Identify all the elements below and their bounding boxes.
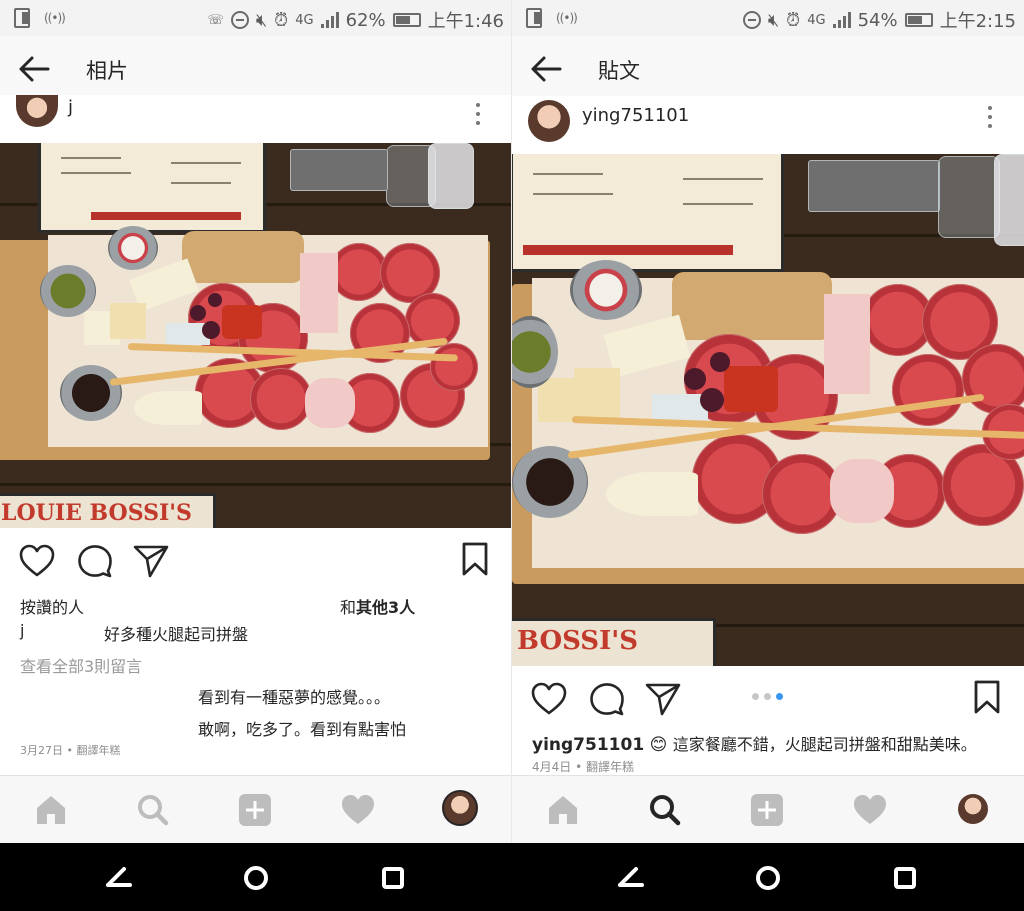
avatar[interactable] [16, 95, 58, 127]
app-bar: 貼文 [512, 36, 1024, 103]
page-title: 相片 [86, 59, 128, 83]
post-username[interactable]: ying751101 [582, 105, 689, 126]
add-post-icon[interactable] [237, 792, 273, 828]
recents-icon[interactable] [890, 863, 920, 893]
post-header: j [0, 95, 512, 143]
recents-icon[interactable] [378, 863, 408, 893]
more-vertical-icon[interactable] [474, 103, 482, 125]
right-screen: ((•)) 🔇︎ ⏰︎ 4G 54% 上午2:15 貼文 ying751101 [512, 0, 1024, 843]
battery-icon [392, 13, 421, 27]
heart-activity-icon[interactable] [340, 792, 376, 828]
carousel-dot-active [776, 693, 783, 700]
app-bar: 相片 [0, 36, 512, 103]
caption-text: 這家餐廳不錯，火腿起司拼盤和甜點美味。 [672, 735, 977, 754]
system-nav-bar [0, 843, 1024, 911]
carousel-indicator [752, 693, 788, 701]
back-icon[interactable] [616, 863, 646, 893]
mute-icon: 🔇︎ [767, 9, 780, 31]
bookmark-icon[interactable] [974, 680, 1000, 714]
alarm-icon: ⏰︎ [274, 9, 289, 31]
add-post-icon[interactable] [749, 792, 785, 828]
action-bar [512, 674, 1024, 734]
wireless-icon: ((•)) [44, 11, 66, 25]
home-circle-icon[interactable] [241, 863, 271, 893]
page-title: 貼文 [598, 59, 640, 83]
search-icon[interactable] [135, 792, 171, 828]
search-icon[interactable] [647, 792, 683, 828]
home-icon[interactable] [33, 792, 69, 828]
profile-avatar[interactable] [958, 794, 988, 824]
home-circle-icon[interactable] [753, 863, 783, 893]
carousel-dot [752, 693, 759, 700]
post-header: ying751101 [512, 96, 1024, 154]
bottom-nav [0, 775, 512, 843]
post-date[interactable]: 3月27日 • 翻譯年糕 [20, 742, 120, 758]
bookmark-icon[interactable] [462, 542, 488, 576]
photo-banner: LOUIE BOSSI'S [0, 493, 216, 528]
battery-percent: 54% [857, 9, 898, 31]
phone-icon [526, 8, 542, 28]
more-vertical-icon[interactable] [986, 106, 994, 128]
network-type: 4G [807, 12, 826, 28]
action-bar [0, 536, 512, 596]
likes-others[interactable]: 和其他3人 [340, 594, 415, 618]
status-bar: ((•)) ☏ 🔇︎ ⏰︎ 4G 62% 上午1:46 [0, 0, 512, 36]
signal-icon [832, 12, 851, 28]
battery-percent: 62% [345, 9, 386, 31]
paper-plane-icon[interactable] [645, 682, 681, 716]
phone-icon [14, 8, 30, 28]
view-all-comments-link[interactable]: 查看全部3則留言 [20, 653, 142, 677]
caption-text: 好多種火腿起司拼盤 [104, 625, 249, 644]
bottom-nav [512, 775, 1024, 843]
caption: ying751101 😊 這家餐廳不錯，火腿起司拼盤和甜點美味。 [532, 731, 977, 755]
arrow-left-icon[interactable] [530, 54, 562, 84]
wireless-icon: ((•)) [556, 11, 578, 25]
heart-icon[interactable] [19, 544, 55, 578]
likes-label[interactable]: 按讚的人 [20, 594, 84, 618]
home-icon[interactable] [545, 792, 581, 828]
back-icon[interactable] [104, 863, 134, 893]
post-date[interactable]: 4月4日 • 翻譯年糕 [532, 758, 634, 775]
signal-icon [320, 12, 339, 28]
alarm-icon: ⏰︎ [786, 9, 801, 31]
comment-text: 敢啊，吃多了。看到有點害怕 [198, 720, 407, 739]
battery-icon [904, 13, 933, 27]
post-photo[interactable]: LOUIE BOSSI'S [0, 143, 512, 528]
clock: 上午1:46 [427, 11, 504, 32]
paper-plane-icon[interactable] [133, 544, 169, 578]
call-icon: ☏ [207, 12, 224, 28]
arrow-left-icon[interactable] [18, 54, 50, 84]
heart-activity-icon[interactable] [852, 792, 888, 828]
clock: 上午2:15 [939, 11, 1016, 32]
network-type: 4G [295, 12, 314, 28]
caption-username[interactable]: ying751101 [532, 735, 644, 755]
caption-username[interactable]: j [20, 621, 24, 640]
profile-avatar[interactable] [442, 790, 478, 826]
carousel-dot [764, 693, 771, 700]
menu-card [38, 143, 266, 233]
mute-icon: 🔇︎ [255, 9, 268, 31]
do-not-disturb-icon [230, 11, 249, 29]
smile-emoji-icon: 😊 [649, 735, 668, 755]
heart-icon[interactable] [531, 682, 567, 716]
post-photo[interactable]: BOSSI'S [512, 154, 1024, 666]
left-screen: ((•)) ☏ 🔇︎ ⏰︎ 4G 62% 上午1:46 相片 j LOUIE B… [0, 0, 512, 843]
photo-banner: BOSSI'S [512, 618, 716, 666]
menu-card [512, 154, 784, 272]
comment-icon[interactable] [77, 544, 113, 578]
comment-text: 看到有一種惡夢的感覺。。。 [198, 688, 391, 707]
comment-icon[interactable] [589, 682, 625, 716]
do-not-disturb-icon [742, 11, 761, 29]
avatar[interactable] [528, 100, 570, 142]
post-username[interactable]: j [68, 97, 73, 118]
status-bar: ((•)) 🔇︎ ⏰︎ 4G 54% 上午2:15 [512, 0, 1024, 36]
